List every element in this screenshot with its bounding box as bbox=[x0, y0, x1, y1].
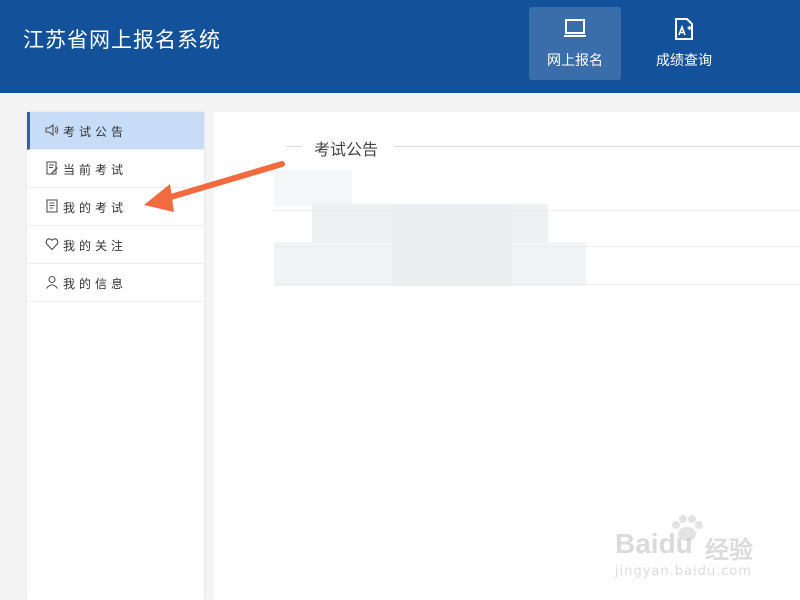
section-divider-left bbox=[286, 146, 302, 147]
obscured-content bbox=[392, 204, 512, 286]
document-icon bbox=[46, 199, 58, 213]
list-row-divider bbox=[274, 246, 800, 247]
nav-online-registration[interactable]: 网上报名 bbox=[529, 7, 621, 80]
top-header: 江苏省网上报名系统 网上报名 成绩查询 bbox=[0, 0, 800, 93]
edit-document-icon bbox=[46, 161, 58, 175]
nav-online-registration-label: 网上报名 bbox=[547, 53, 603, 69]
user-icon bbox=[46, 275, 58, 289]
watermark: Baidu 经验 jingyan.baidu.com bbox=[613, 514, 763, 584]
sidebar-item-exam-announcement[interactable]: 考试公告 bbox=[27, 112, 204, 150]
watermark-suffix: 经验 bbox=[705, 536, 753, 564]
list-row-divider bbox=[274, 210, 800, 211]
section-title: 考试公告 bbox=[314, 140, 379, 159]
section-divider-right bbox=[394, 146, 800, 147]
sidebar-item-label: 我的关注 bbox=[63, 239, 128, 253]
sidebar-item-label: 考试公告 bbox=[63, 125, 128, 139]
sidebar-item-label: 我的考试 bbox=[63, 201, 128, 215]
heart-icon bbox=[45, 238, 59, 251]
annotation-arrow-icon bbox=[144, 161, 285, 212]
monitor-icon bbox=[564, 19, 586, 37]
sidebar-item-my-follows[interactable]: 我的关注 bbox=[27, 226, 204, 264]
nav-score-query[interactable]: 成绩查询 bbox=[638, 7, 730, 80]
watermark-url: jingyan.baidu.com bbox=[615, 564, 752, 579]
site-title: 江苏省网上报名系统 bbox=[23, 28, 221, 52]
speaker-icon bbox=[45, 123, 59, 137]
list-row-divider bbox=[274, 284, 800, 285]
watermark-brand: Baidu bbox=[615, 528, 693, 559]
sidebar-item-my-info[interactable]: 我的信息 bbox=[27, 264, 204, 302]
score-document-icon bbox=[675, 18, 693, 40]
nav-score-query-label: 成绩查询 bbox=[656, 53, 712, 69]
sidebar-item-label: 当前考试 bbox=[63, 163, 128, 177]
sidebar-item-label: 我的信息 bbox=[63, 277, 128, 291]
